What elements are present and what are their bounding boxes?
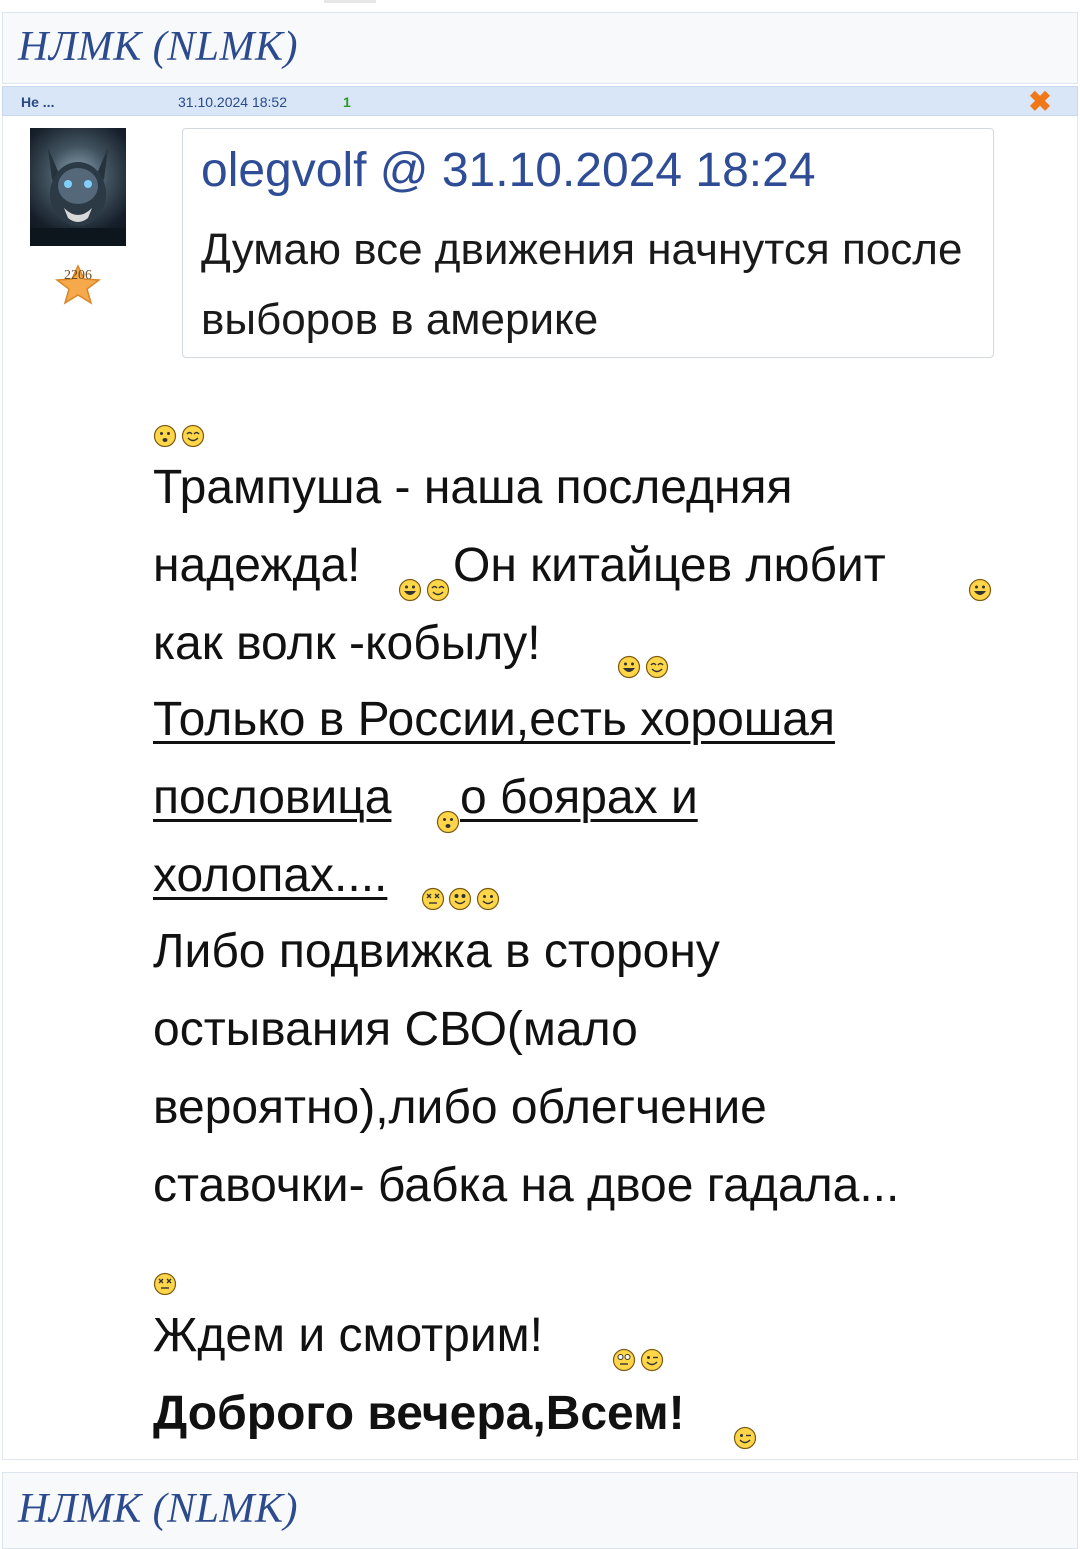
quote-text: Думаю все движения начнутся после выборо…: [201, 225, 963, 344]
smiley-icon: [476, 887, 500, 911]
post-meta-bar: Не ... 31.10.2024 18:52 1 ✖: [2, 86, 1078, 116]
smiley-icon: [181, 424, 205, 448]
post-line: Либо подвижка в сторону: [153, 925, 720, 978]
proverb-link[interactable]: холопах....: [153, 848, 387, 904]
post-line: как волк -кобылу!: [153, 617, 541, 670]
smiley-icon: [153, 1272, 177, 1296]
smiley-icon: [640, 1348, 664, 1372]
smiley-icon: [436, 810, 460, 834]
close-icon[interactable]: ✖: [1027, 88, 1053, 116]
post-closing: Доброго вечера,Всем!: [153, 1387, 685, 1440]
topic-title[interactable]: НЛМК (NLMK): [18, 24, 298, 70]
smiley-icon: [421, 887, 445, 911]
post-author[interactable]: Не ...: [21, 94, 54, 110]
smiley-icon: [153, 424, 177, 448]
top-tab: [324, 0, 376, 3]
next-topic-title[interactable]: НЛМК (NLMK): [18, 1486, 298, 1532]
smiley-icon: [448, 887, 472, 911]
post-line: остывания СВО(мало: [153, 1003, 638, 1056]
smiley-icon: [617, 655, 641, 679]
quote-block: olegvolf @ 31.10.2024 18:24 Думаю все дв…: [182, 128, 994, 358]
smiley-icon: [612, 1348, 636, 1372]
post-line: Трампуша - наша последняя: [153, 461, 793, 514]
quote-header[interactable]: olegvolf @ 31.10.2024 18:24: [201, 143, 816, 199]
proverb-link[interactable]: о боярах и: [460, 770, 698, 826]
smiley-icon: [968, 578, 992, 602]
post-line: Ждем и смотрим!: [153, 1309, 543, 1362]
smiley-icon: [426, 578, 450, 602]
rank-number: 2206: [64, 268, 92, 283]
smiley-icon: [645, 655, 669, 679]
post-line: Он китайцев любит: [453, 539, 886, 592]
post-line: ставочки- бабка на двое гадала...: [153, 1159, 900, 1212]
post-line: вероятно),либо облегчение: [153, 1081, 767, 1134]
post-datetime: 31.10.2024 18:52: [178, 94, 287, 110]
post-reply-count[interactable]: 1: [343, 94, 351, 110]
proverb-link[interactable]: пословица: [153, 770, 391, 826]
avatar[interactable]: [30, 128, 126, 246]
smiley-icon: [733, 1426, 757, 1450]
proverb-link[interactable]: Только в России,есть хорошая: [153, 692, 835, 748]
post-line: надежда!: [153, 539, 361, 592]
smiley-icon: [398, 578, 422, 602]
